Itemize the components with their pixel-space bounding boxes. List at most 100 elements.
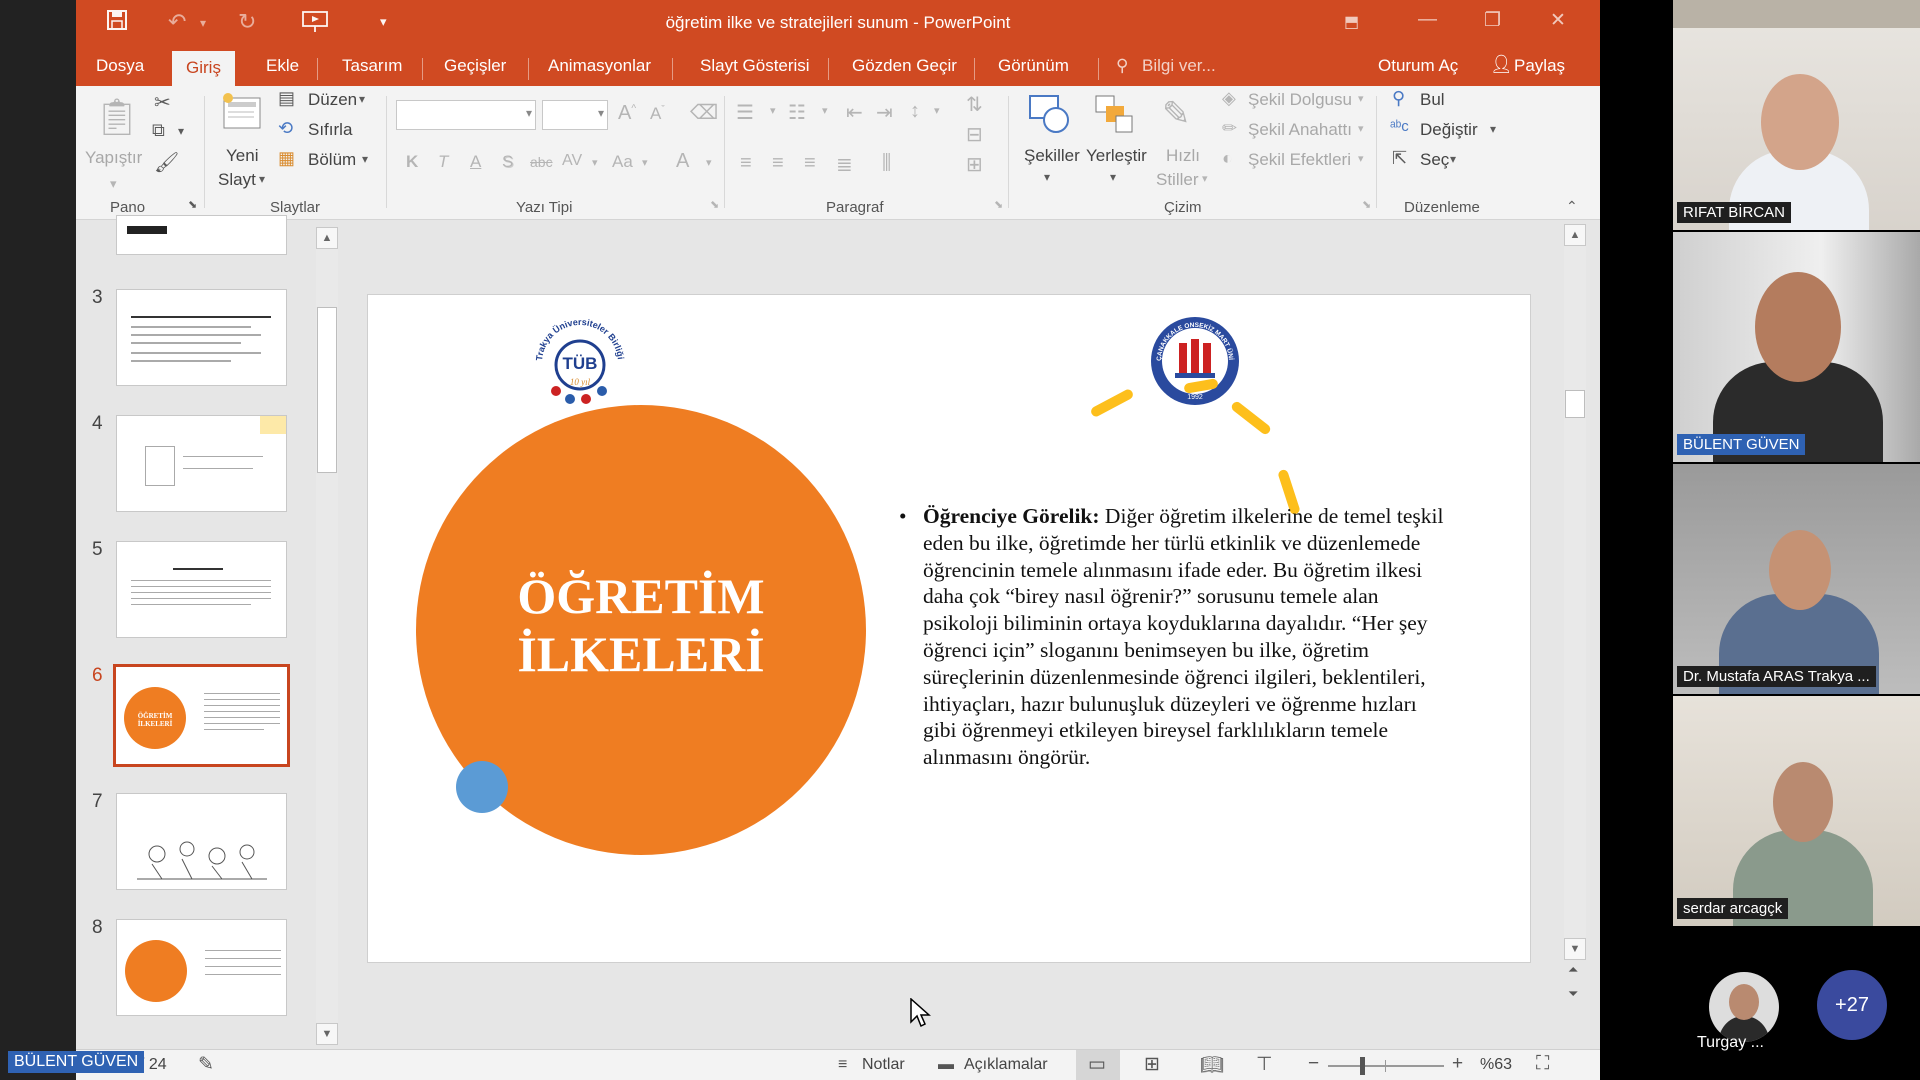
restore-icon[interactable]: ❐ (1484, 9, 1501, 32)
comments-icon[interactable]: ▬ (938, 1056, 954, 1074)
paragraph-launcher-icon[interactable]: ⬊ (994, 198, 1003, 211)
more-participants-button[interactable]: +27 (1817, 970, 1887, 1040)
slide-thumbnail-5[interactable] (116, 541, 287, 638)
section-button[interactable]: Bölüm (308, 150, 356, 170)
shape-fill-icon[interactable]: ◈ (1222, 88, 1236, 109)
comments-button[interactable]: Açıklamalar (964, 1056, 1048, 1074)
shape-outline-button[interactable]: Şekil Anahattı (1248, 120, 1352, 140)
tab-design[interactable]: Tasarım (342, 56, 402, 76)
layout-icon[interactable]: ▤ (278, 88, 295, 109)
participant-avatar[interactable] (1709, 972, 1779, 1042)
reset-icon[interactable]: ⟲ (278, 118, 293, 139)
increase-indent-icon[interactable]: ⇥ (876, 100, 893, 125)
shape-fill-dropdown-icon[interactable]: ▾ (1358, 92, 1364, 105)
align-center-icon[interactable]: ≡ (772, 152, 784, 175)
bullets-icon[interactable]: ☰ (736, 100, 754, 125)
align-text-icon[interactable]: ⊟ (966, 122, 983, 147)
drawing-launcher-icon[interactable]: ⬊ (1362, 198, 1371, 211)
quick-styles-label-2[interactable]: Stiller (1156, 170, 1199, 190)
justify-icon[interactable]: ≣ (836, 152, 853, 177)
text-shadow-icon[interactable]: S (502, 152, 513, 172)
numbering-icon[interactable]: ☷ (788, 100, 806, 125)
reset-button[interactable]: Sıfırla (308, 120, 352, 140)
find-icon[interactable]: ⚲ (1392, 88, 1405, 109)
select-dropdown-icon[interactable]: ▾ (1450, 152, 1456, 166)
shape-outline-icon[interactable]: ✏ (1222, 118, 1237, 139)
font-launcher-icon[interactable]: ⬊ (710, 198, 719, 211)
tab-home[interactable]: Giriş (172, 51, 235, 86)
shape-effects-dropdown-icon[interactable]: ▾ (1358, 152, 1364, 165)
video-tile[interactable]: serdar arcagçk (1673, 696, 1920, 926)
arrange-icon[interactable] (1092, 94, 1136, 142)
new-slide-dropdown-icon[interactable]: ▾ (259, 172, 265, 186)
new-slide-label-2[interactable]: Slayt (218, 170, 256, 190)
select-cursor-icon[interactable]: ⇱ (1392, 148, 1407, 169)
grow-font-icon[interactable]: A^ (618, 102, 636, 125)
bullets-dropdown-icon[interactable]: ▾ (770, 104, 776, 117)
underline-icon[interactable]: A (470, 152, 481, 172)
tab-file[interactable]: Dosya (96, 56, 144, 76)
font-name-combo[interactable]: ▾ (396, 100, 536, 130)
reading-view-icon[interactable]: 📖︎ (1200, 1053, 1224, 1077)
normal-view-icon[interactable]: ▭ (1088, 1053, 1106, 1076)
tab-slideshow[interactable]: Slayt Gösterisi (700, 56, 810, 76)
slide-canvas[interactable]: Trakya Üniversiteler Birliği TÜB 10 yıl … (367, 294, 1531, 963)
slide-thumbnail-8[interactable] (116, 919, 287, 1016)
tab-review[interactable]: Gözden Geçir (852, 56, 957, 76)
notes-button[interactable]: Notlar (862, 1056, 905, 1074)
quick-styles-label-1[interactable]: Hızlı (1166, 146, 1200, 166)
scroll-up-icon[interactable]: ▲ (316, 227, 338, 249)
zoom-level[interactable]: %63 (1480, 1056, 1512, 1074)
fit-to-window-icon[interactable]: ⛶ (1536, 1053, 1549, 1075)
shapes-label[interactable]: Şekiller (1024, 146, 1080, 166)
shape-effects-icon[interactable]: ◐ (1222, 148, 1233, 169)
font-color-icon[interactable]: A (676, 150, 689, 173)
paste-label[interactable]: Yapıştır (85, 148, 142, 168)
numbering-dropdown-icon[interactable]: ▾ (822, 104, 828, 117)
font-size-combo[interactable]: ▾ (542, 100, 608, 130)
clipboard-launcher-icon[interactable]: ⬊ (188, 198, 197, 211)
slideshow-view-icon[interactable]: ⊤ (1256, 1053, 1273, 1076)
shape-effects-button[interactable]: Şekil Efektleri (1248, 150, 1351, 170)
strikethrough-icon[interactable]: abc (530, 154, 553, 170)
video-tile[interactable]: Dr. Mustafa ARAS Trakya ... (1673, 464, 1920, 694)
bold-icon[interactable]: K (406, 152, 418, 172)
line-spacing-icon[interactable]: ↕ (910, 100, 920, 123)
slide-thumbnail-6[interactable]: ÖĞRETİM İLKELERİ (113, 664, 290, 767)
video-tile[interactable]: RIFAT BİRCAN (1673, 0, 1920, 230)
zoom-slider[interactable] (1328, 1057, 1444, 1075)
slide-sorter-icon[interactable]: ⊞ (1144, 1053, 1160, 1076)
change-case-icon[interactable]: Aa (612, 152, 633, 172)
zoom-slider-thumb[interactable] (1360, 1057, 1365, 1075)
smartart-icon[interactable]: ⊞ (966, 152, 983, 177)
cut-icon[interactable]: ✂ (154, 90, 171, 115)
tell-me-box[interactable]: Bilgi ver... (1142, 56, 1216, 76)
previous-slide-icon[interactable]: ⏶ (1568, 962, 1578, 978)
shrink-font-icon[interactable]: Aˇ (650, 104, 665, 124)
section-icon[interactable]: ▦ (278, 148, 295, 169)
italic-icon[interactable]: T (438, 152, 448, 172)
clipboard-icon[interactable]: 📋︎ (94, 96, 140, 138)
columns-icon[interactable]: ⫼ (882, 152, 891, 175)
tab-animations[interactable]: Animasyonlar (548, 56, 651, 76)
slide-thumbnail-3[interactable] (116, 289, 287, 386)
copy-dropdown-icon[interactable]: ▾ (178, 124, 184, 138)
paste-dropdown-icon[interactable]: ▾ (110, 176, 117, 192)
copy-icon[interactable]: ⧉ (152, 120, 165, 141)
font-color-dropdown-icon[interactable]: ▾ (706, 156, 712, 169)
slide-thumbnail-7[interactable] (116, 793, 287, 890)
text-direction-icon[interactable]: ⇅ (966, 92, 983, 117)
shapes-dropdown-icon[interactable]: ▾ (1044, 170, 1050, 184)
replace-button[interactable]: Değiştir (1420, 120, 1478, 140)
share-button[interactable]: Paylaş (1514, 56, 1565, 76)
scroll-down-icon[interactable]: ▼ (316, 1023, 338, 1045)
section-dropdown-icon[interactable]: ▾ (362, 152, 368, 166)
change-case-dropdown-icon[interactable]: ▾ (642, 156, 648, 169)
replace-dropdown-icon[interactable]: ▾ (1490, 122, 1496, 136)
slide-body-text[interactable]: • Öğrenciye Görelik: Diğer öğretim ilkel… (899, 503, 1448, 771)
line-spacing-dropdown-icon[interactable]: ▾ (934, 104, 940, 117)
quick-styles-icon[interactable]: ✎ (1162, 94, 1191, 134)
close-icon[interactable]: ✕ (1550, 9, 1566, 32)
zoom-out-icon[interactable]: − (1308, 1053, 1319, 1075)
char-spacing-icon[interactable]: AV (562, 152, 582, 170)
